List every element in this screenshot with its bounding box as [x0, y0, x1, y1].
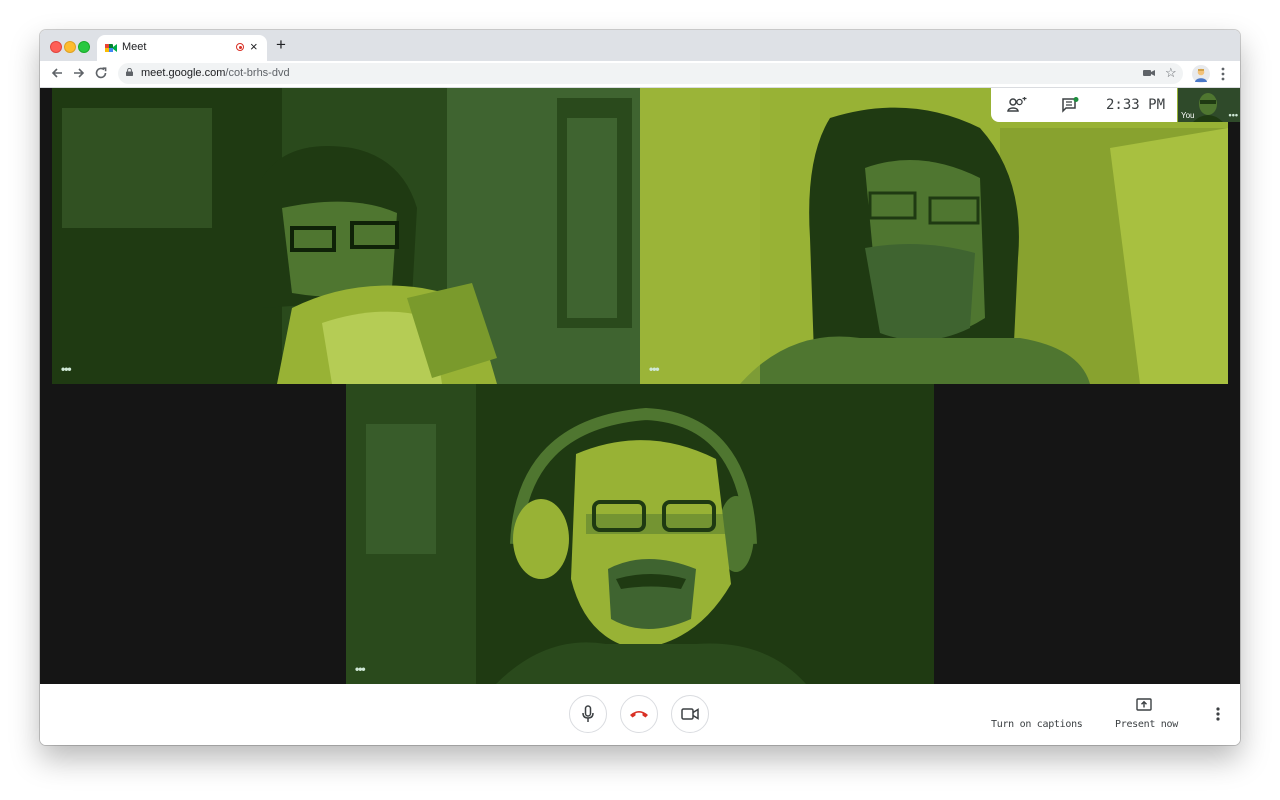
chat-icon[interactable]: [1061, 97, 1079, 114]
microphone-icon: [582, 705, 594, 722]
self-more-button[interactable]: •••: [1229, 110, 1238, 120]
back-arrow-icon[interactable]: [48, 64, 66, 82]
tile-more-button[interactable]: •••: [649, 362, 660, 376]
meet-logo-icon: [105, 44, 117, 52]
participant-tile-2[interactable]: •••: [640, 88, 1228, 384]
meeting-clock: 2:33 PM: [1106, 97, 1166, 113]
participant-video-3: [346, 384, 934, 684]
url-text: meet.google.com/cot-brhs-dvd: [141, 67, 290, 79]
tab-close-button[interactable]: ×: [250, 39, 258, 55]
new-tab-button[interactable]: +: [276, 36, 286, 54]
url-host: meet.google.com: [141, 67, 226, 79]
participant-tile-3[interactable]: •••: [346, 384, 934, 684]
video-camera-icon: [681, 708, 699, 720]
participant-tile-1[interactable]: •••: [52, 88, 640, 384]
meeting-controls-bar: Turn on captions Present now: [40, 684, 1240, 745]
more-vertical-icon[interactable]: [1212, 706, 1224, 722]
people-add-icon[interactable]: [1007, 97, 1027, 113]
present-now-button[interactable]: Present now: [1115, 719, 1178, 730]
profile-avatar[interactable]: [1192, 65, 1210, 83]
maximize-window-button[interactable]: [78, 41, 90, 53]
tile-more-button[interactable]: •••: [61, 362, 72, 376]
tile-more-button[interactable]: •••: [355, 662, 366, 676]
browser-menu-icon[interactable]: [1218, 65, 1228, 83]
close-window-button[interactable]: [50, 41, 62, 53]
microphone-button[interactable]: [569, 695, 607, 733]
hang-up-icon: [630, 711, 648, 718]
captions-button[interactable]: Turn on captions: [991, 719, 1083, 730]
participant-video-1: [52, 88, 640, 384]
tab-meet[interactable]: Meet ×: [97, 35, 267, 61]
meeting-info-bar: 2:33 PM: [991, 88, 1177, 122]
minimize-window-button[interactable]: [64, 41, 76, 53]
participant-video-2: [640, 88, 1228, 384]
hang-up-button[interactable]: [620, 695, 658, 733]
meeting-stage: ••• ••• ••• 2:33 PM You •••: [40, 88, 1240, 684]
camera-in-use-icon[interactable]: [1143, 68, 1155, 78]
tab-title: Meet: [122, 41, 147, 53]
bookmark-star-icon[interactable]: ☆: [1165, 65, 1177, 81]
self-label: You: [1181, 111, 1195, 120]
self-view-tile[interactable]: You •••: [1178, 88, 1240, 122]
browser-window: Meet × + meet.google.com/cot-brhs-dvd ☆ …: [40, 30, 1240, 745]
tab-strip: Meet × +: [40, 30, 1240, 61]
lock-icon: [126, 68, 133, 76]
present-screen-icon[interactable]: [1136, 698, 1152, 712]
forward-arrow-icon[interactable]: [70, 64, 88, 82]
camera-button[interactable]: [671, 695, 709, 733]
reload-icon[interactable]: [92, 64, 110, 82]
recording-indicator-icon: [236, 43, 244, 51]
url-path: /cot-brhs-dvd: [225, 67, 290, 79]
browser-toolbar: meet.google.com/cot-brhs-dvd ☆: [40, 61, 1240, 88]
address-bar[interactable]: meet.google.com/cot-brhs-dvd ☆: [118, 63, 1183, 84]
